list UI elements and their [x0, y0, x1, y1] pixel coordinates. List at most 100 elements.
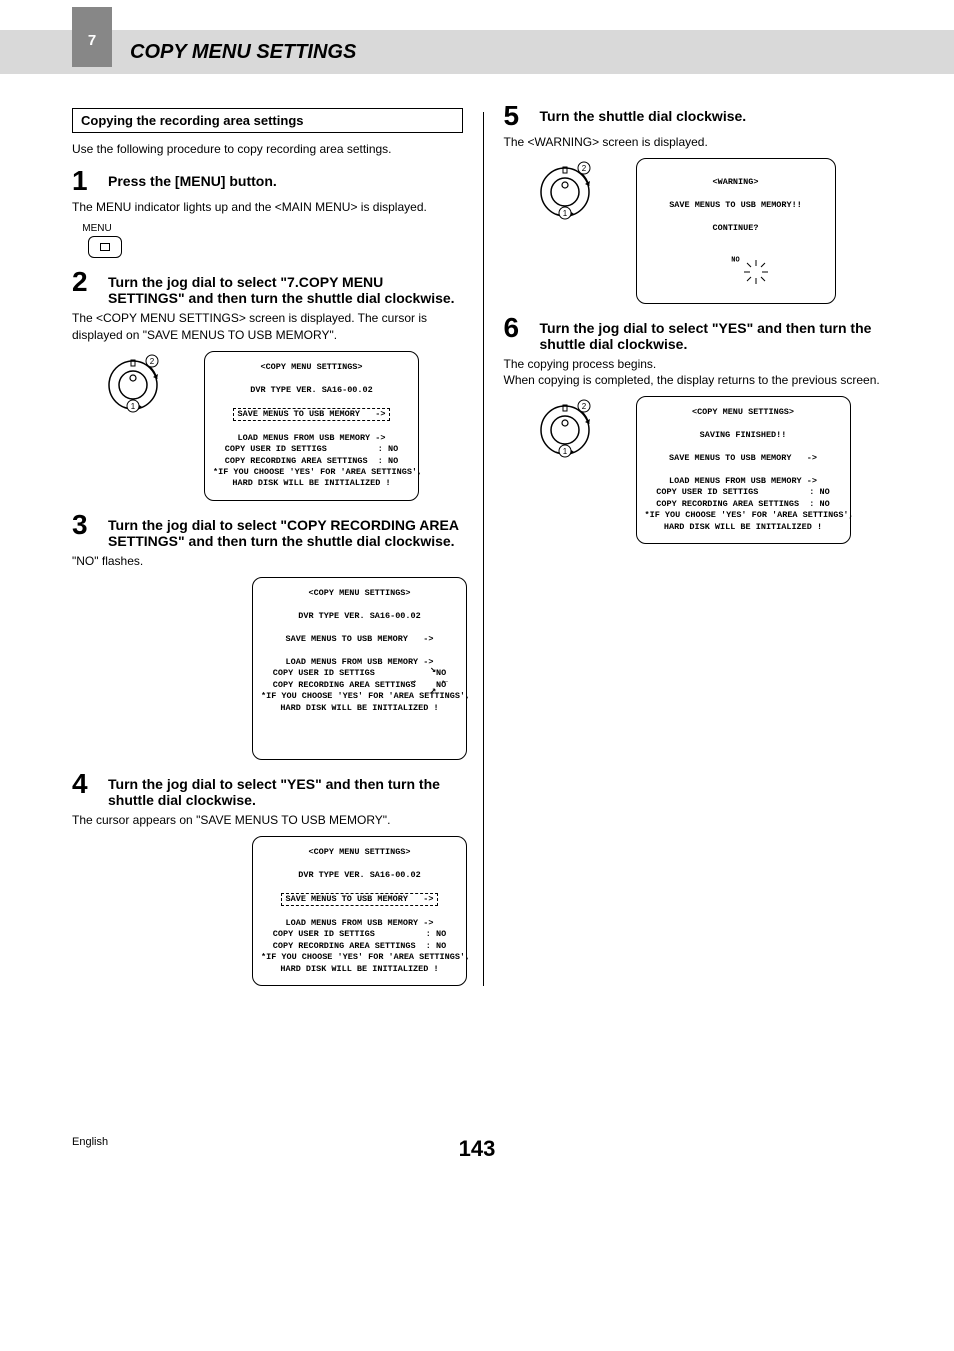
step-body: "NO" flashes. [72, 553, 463, 569]
lcd-line: HARD DISK WILL BE INITIALIZED ! [280, 703, 438, 713]
lcd-line: LOAD MENUS FROM USB MEMORY -> [286, 918, 434, 928]
lcd-title: <COPY MENU SETTINGS> [308, 588, 410, 598]
lcd-line: HARD DISK WILL BE INITIALIZED ! [664, 522, 822, 532]
page-footer: English 143 [0, 1006, 954, 1192]
dial-icon: 2 1 [534, 158, 596, 220]
arrow-icon: ↗ [430, 685, 436, 699]
lcd-title: <COPY MENU SETTINGS> [308, 847, 410, 857]
step-number: 5 [504, 102, 526, 130]
page-title: COPY MENU SETTINGS [130, 41, 356, 64]
step-body: The cursor appears on "SAVE MENUS TO USB… [72, 812, 463, 828]
content-area: Copying the recording area settings Use … [0, 74, 954, 1006]
lcd-screen: <COPY MENU SETTINGS> DVR TYPE VER. SA16-… [204, 351, 419, 501]
figure-row: 2 1 <COPY MENU SETTINGS> DVR TYPE VER. S… [102, 351, 463, 501]
step-3: 3 Turn the jog dial to select "COPY RECO… [72, 511, 463, 549]
step-1: 1 Press the [MENU] button. [72, 167, 463, 195]
step-heading: Turn the jog dial to select "YES" and th… [108, 770, 463, 808]
lcd-line: COPY USER ID SETTIGS : NO [225, 444, 398, 454]
step-number: 6 [504, 314, 526, 352]
page-number: 143 [459, 1136, 496, 1162]
no-burst-icon: NO [722, 247, 750, 275]
lcd-line: *IF YOU CHOOSE 'YES' FOR 'AREA SETTINGS'… [213, 467, 422, 477]
lcd-version: DVR TYPE VER. SA16-00.02 [298, 611, 420, 621]
figure-row: 2 1 <COPY MENU SETTINGS> SAVING FINISHED… [534, 396, 895, 544]
no-burst-wrapper: NO [647, 241, 825, 275]
step-body: The <COPY MENU SETTINGS> screen is displ… [72, 310, 463, 342]
step-heading: Turn the jog dial to select "COPY RECORD… [108, 511, 463, 549]
lcd-title: <COPY MENU SETTINGS> [260, 362, 362, 372]
no-label: NO [731, 256, 739, 265]
dial-label-2: 2 [150, 357, 155, 366]
page-header: 7 COPY MENU SETTINGS [0, 30, 954, 74]
lcd-saving: SAVING FINISHED!! [700, 430, 787, 440]
lcd-save-highlight: SAVE MENUS TO USB MEMORY -> [233, 408, 391, 421]
lcd-line: COPY USER ID SETTIGS : NO [273, 929, 446, 939]
chapter-tab: 7 [72, 7, 112, 67]
lcd-line: *IF YOU CHOOSE 'YES' FOR 'AREA SETTINGS'… [645, 510, 854, 520]
footer-language: English [72, 1136, 108, 1148]
lcd-line: SAVE MENUS TO USB MEMORY -> [286, 634, 434, 644]
lcd-title: <WARNING> [713, 177, 759, 187]
left-column: Copying the recording area settings Use … [72, 102, 463, 996]
lcd-warning-screen: <WARNING> SAVE MENUS TO USB MEMORY!! CON… [636, 158, 836, 303]
figure-row: <COPY MENU SETTINGS> DVR TYPE VER. SA16-… [252, 577, 463, 760]
lcd-save-highlight: SAVE MENUS TO USB MEMORY -> [281, 893, 439, 906]
lcd-line: COPY RECORDING AREA SETTINGS : NO [273, 941, 446, 951]
step-number: 4 [72, 770, 94, 808]
chapter-number: 7 [88, 32, 96, 49]
step-5: 5 Turn the shuttle dial clockwise. [504, 102, 895, 130]
column-divider [483, 112, 484, 986]
step-4: 4 Turn the jog dial to select "YES" and … [72, 770, 463, 808]
intro-text: Use the following procedure to copy reco… [72, 141, 463, 157]
lcd-line: COPY USER ID SETTIGS : NO [656, 487, 829, 497]
arrow-icon: ↘ [430, 664, 436, 678]
section-box: Copying the recording area settings [72, 108, 463, 133]
right-column: 5 Turn the shuttle dial clockwise. The <… [504, 102, 895, 996]
svg-text:2: 2 [581, 402, 586, 411]
lcd-screen: <COPY MENU SETTINGS> DVR TYPE VER. SA16-… [252, 577, 467, 760]
lcd-version: DVR TYPE VER. SA16-00.02 [298, 870, 420, 880]
svg-text:1: 1 [562, 447, 567, 456]
lcd-line: *IF YOU CHOOSE 'YES' FOR 'AREA SETTINGS'… [261, 952, 470, 962]
step-6: 6 Turn the jog dial to select "YES" and … [504, 314, 895, 352]
step-heading: Turn the shuttle dial clockwise. [540, 102, 747, 130]
menu-button-icon [88, 236, 122, 258]
step-number: 3 [72, 511, 94, 549]
step-body: The MENU indicator lights up and the <MA… [72, 199, 463, 215]
lcd-line: LOAD MENUS FROM USB MEMORY -> [669, 476, 817, 486]
step-body: The <WARNING> screen is displayed. [504, 134, 895, 150]
svg-text:2: 2 [581, 164, 586, 173]
lcd-line: COPY RECORDING AREA SETTINGS NO [273, 680, 446, 690]
step-heading: Turn the jog dial to select "YES" and th… [540, 314, 895, 352]
svg-text:1: 1 [562, 209, 567, 218]
step-number: 2 [72, 268, 94, 306]
lcd-line: LOAD MENUS FROM USB MEMORY -> [238, 433, 386, 443]
dial-label-1: 1 [131, 402, 136, 411]
step-number: 1 [72, 167, 94, 195]
figure-row: <COPY MENU SETTINGS> DVR TYPE VER. SA16-… [252, 836, 463, 986]
step-body: The copying process begins. When copying… [504, 356, 895, 388]
lcd-line: COPY RECORDING AREA SETTINGS : NO [225, 456, 398, 466]
lcd-line: SAVE MENUS TO USB MEMORY!! [669, 200, 802, 210]
menu-button-figure: MENU [80, 223, 463, 258]
lcd-version: DVR TYPE VER. SA16-00.02 [250, 385, 372, 395]
menu-label: MENU [80, 223, 114, 234]
arrow-icon: → [410, 675, 416, 689]
lcd-screen: <COPY MENU SETTINGS> SAVING FINISHED!! S… [636, 396, 851, 544]
dial-icon: 2 1 [534, 396, 596, 458]
lcd-line: COPY USER ID SETTIGS NO [273, 668, 446, 678]
lcd-line: CONTINUE? [713, 223, 759, 233]
figure-row: 2 1 <WARNING> SAVE MENUS TO USB MEMORY!!… [534, 158, 895, 303]
lcd-title: <COPY MENU SETTINGS> [692, 407, 794, 417]
lcd-screen: <COPY MENU SETTINGS> DVR TYPE VER. SA16-… [252, 836, 467, 986]
lcd-line: LOAD MENUS FROM USB MEMORY -> [286, 657, 434, 667]
dial-icon: 2 1 [102, 351, 164, 413]
step-heading: Press the [MENU] button. [108, 167, 277, 195]
lcd-line: SAVE MENUS TO USB MEMORY -> [669, 453, 817, 463]
arrow-icon: ← [442, 675, 448, 689]
lcd-line: HARD DISK WILL BE INITIALIZED ! [280, 964, 438, 974]
step-heading: Turn the jog dial to select "7.COPY MENU… [108, 268, 463, 306]
menu-button-inner-icon [100, 243, 110, 251]
lcd-line: HARD DISK WILL BE INITIALIZED ! [232, 478, 390, 488]
step-2: 2 Turn the jog dial to select "7.COPY ME… [72, 268, 463, 306]
